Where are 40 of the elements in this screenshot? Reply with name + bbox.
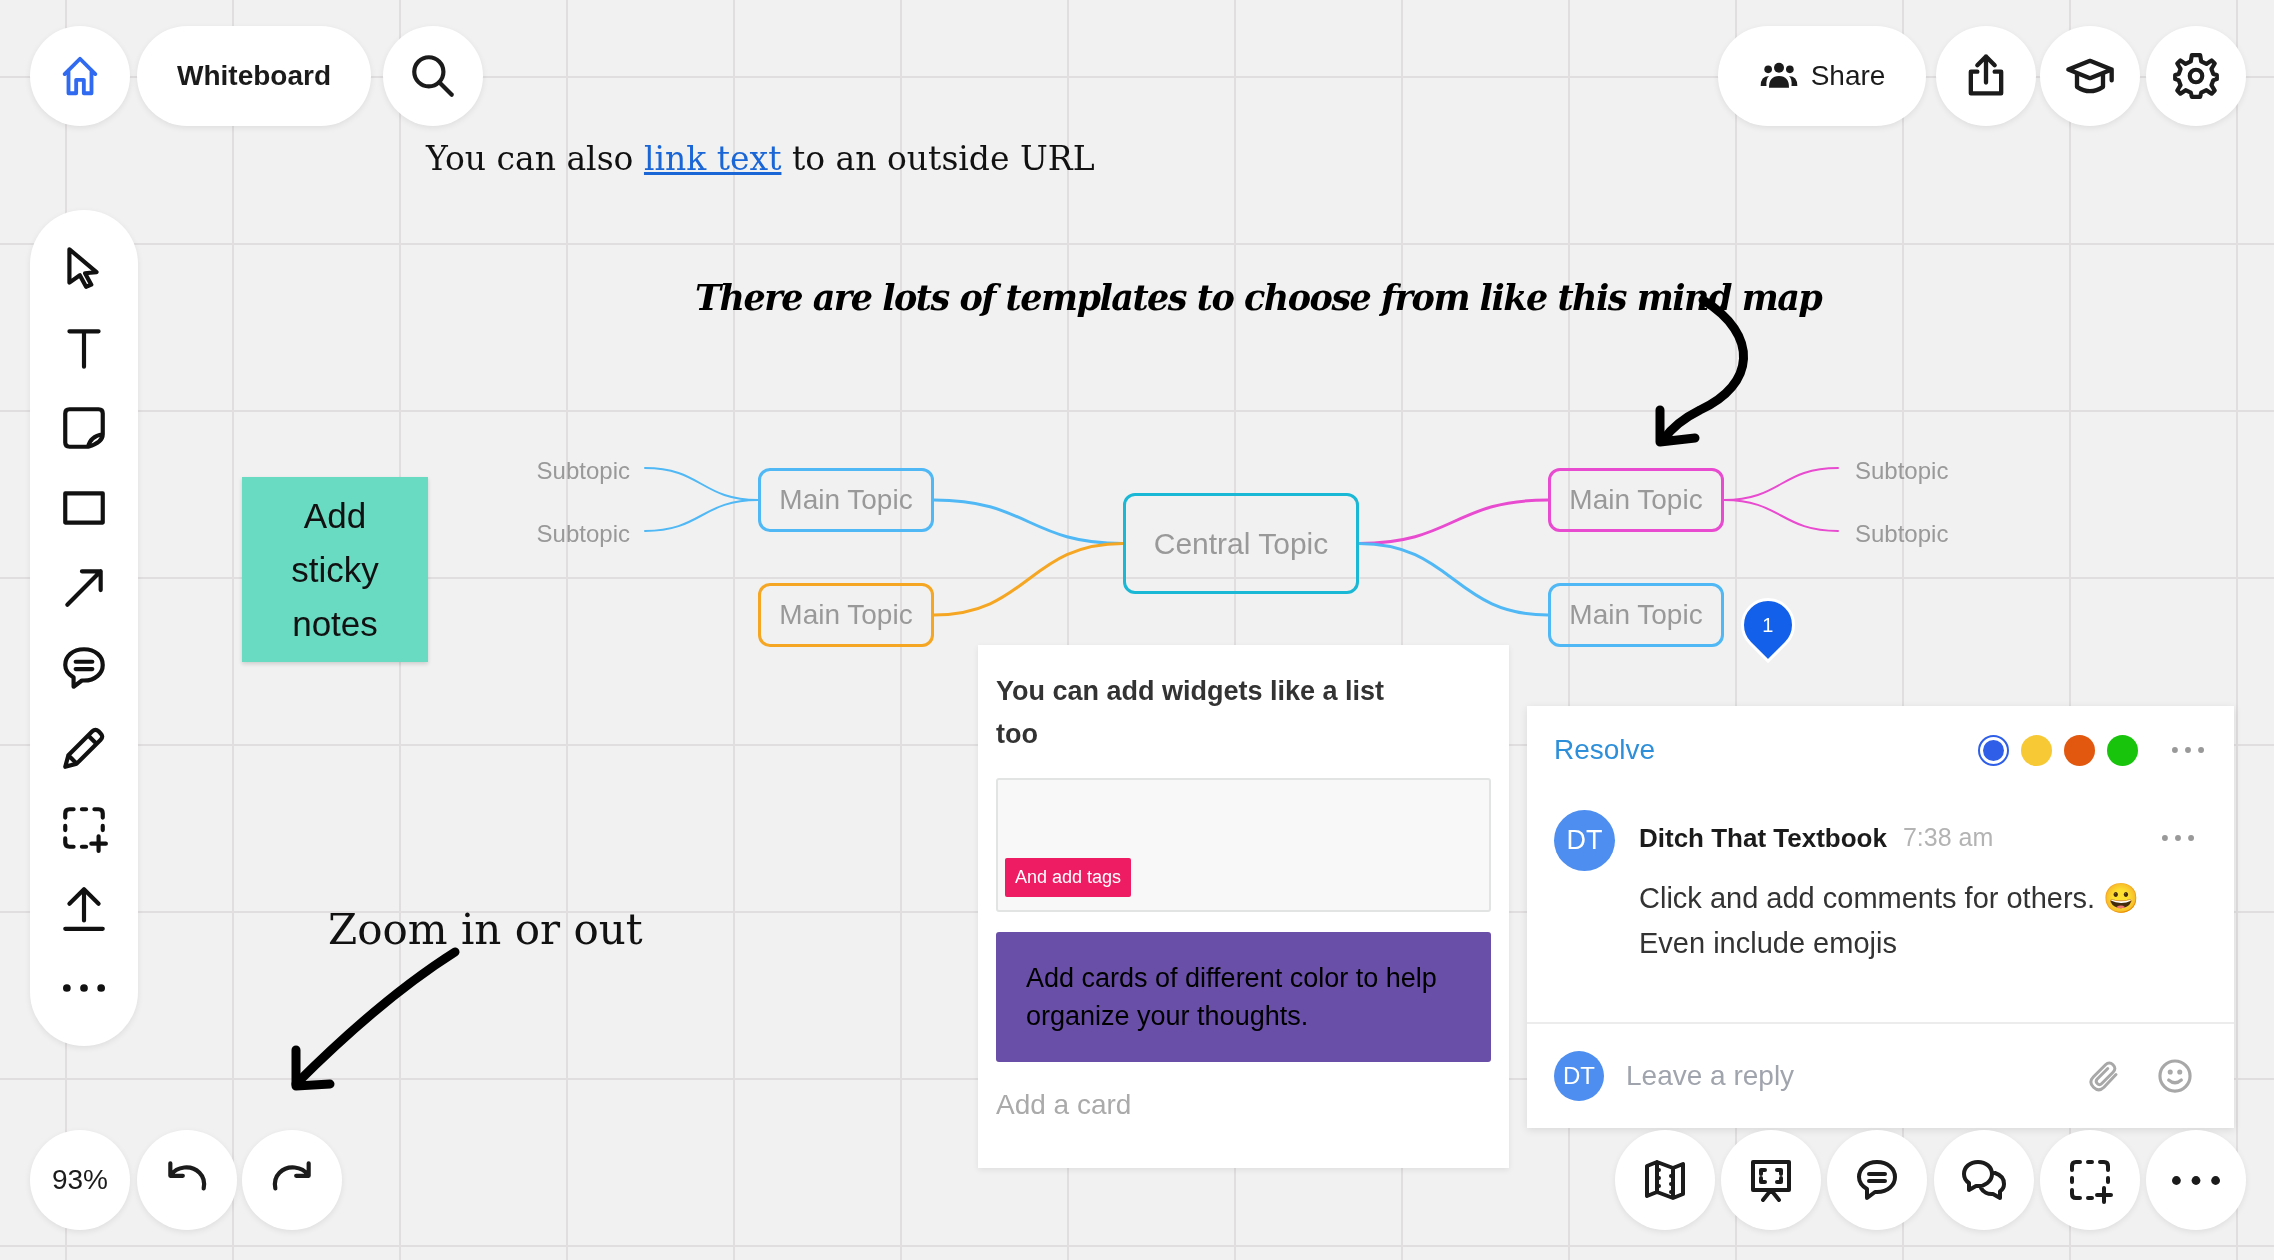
resolve-button[interactable]: Resolve — [1554, 729, 1656, 771]
more-icon — [2162, 835, 2194, 841]
comment-text: Click and add comments for others. 😀 Even include emojis — [1639, 881, 2141, 961]
subtopic: Subtopic — [536, 519, 630, 549]
main-topic: Main Topic — [758, 468, 934, 532]
settings-icon — [2171, 51, 2221, 101]
comment-time: 7:38 am — [1902, 822, 1994, 854]
main-topic: Main Topic — [1548, 583, 1724, 647]
subtopic: Subtopic — [1855, 519, 1949, 549]
list-card[interactable]: And add tags — [996, 778, 1491, 912]
color-option[interactable] — [2107, 734, 2138, 766]
avatar: DT — [1554, 1051, 1604, 1101]
avatar: DT — [1554, 810, 1615, 871]
list-title: You can add widgets like a list too — [996, 675, 1386, 751]
tag: And add tags — [1005, 858, 1132, 897]
text-link[interactable]: link text — [643, 139, 782, 178]
list-card[interactable]: Add cards of different color to help organize your thoughts. — [996, 932, 1491, 1062]
share-button[interactable]: Share — [1718, 26, 1926, 126]
author-name: Ditch That Textbook — [1639, 821, 1887, 855]
color-option[interactable] — [2064, 734, 2095, 766]
board-title-button[interactable]: Whiteboard — [137, 26, 371, 126]
central-topic: Central Topic — [1123, 493, 1359, 594]
more-button[interactable] — [2172, 747, 2204, 753]
zoom-level-button[interactable]: 93% — [30, 1130, 130, 1230]
main-topic: Main Topic — [758, 583, 934, 647]
subtopic: Subtopic — [1855, 456, 1949, 486]
color-option[interactable] — [1978, 734, 2009, 766]
more-icon — [63, 984, 105, 992]
more-icon — [2172, 1175, 2220, 1185]
subtopic: Subtopic — [536, 456, 630, 486]
pin-count: 1 — [1762, 613, 1774, 638]
text-note: You can also link text to an outside URL — [426, 138, 1095, 180]
reply-field[interactable]: Leave a reply — [1626, 1055, 2064, 1097]
smiley-icon — [2156, 1057, 2194, 1095]
sticky-note-text: Add sticky notes — [290, 494, 380, 645]
more-icon — [2172, 747, 2204, 753]
color-option[interactable] — [2021, 734, 2052, 766]
more-button[interactable] — [2162, 835, 2194, 841]
text-note: Zoom in or out — [328, 904, 643, 956]
main-topic: Main Topic — [1548, 468, 1724, 532]
